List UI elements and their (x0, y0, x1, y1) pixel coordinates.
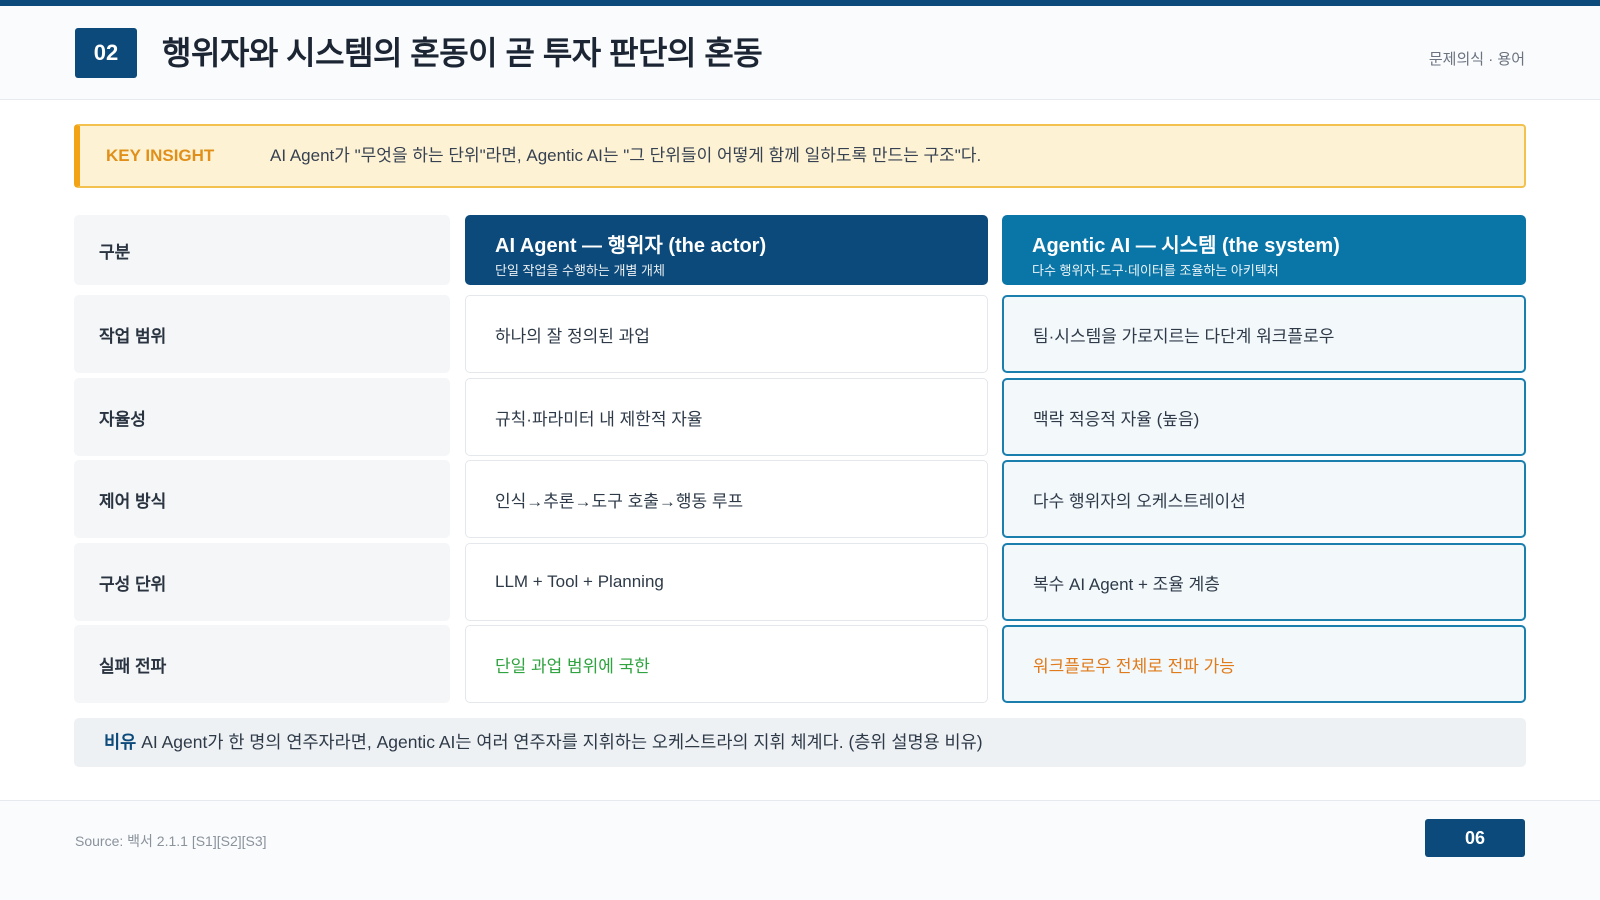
agentic-ai-value: 다수 행위자의 오케스트레이션 (1033, 491, 1246, 511)
ai-agent-cell: 규칙·파라미터 내 제한적 자율 (465, 378, 988, 456)
ai-agent-value: 규칙·파라미터 내 제한적 자율 (495, 409, 703, 429)
table-row-label-cell: 구성 단위 (74, 543, 450, 621)
analogy-label: 비유 (104, 732, 137, 752)
agentic-ai-cell: 맥락 적응적 자율 (높음) (1002, 378, 1526, 456)
agentic-ai-cell: 팀·시스템을 가로지르는 다단계 워크플로우 (1002, 295, 1526, 373)
agentic-ai-value: 복수 AI Agent + 조율 계층 (1033, 574, 1220, 594)
row-label: 구성 단위 (99, 574, 167, 594)
row-label: 작업 범위 (99, 326, 167, 346)
key-insight-box: KEY INSIGHT AI Agent가 "무엇을 하는 단위"라면, Age… (74, 124, 1526, 188)
ai-agent-cell: 하나의 잘 정의된 과업 (465, 295, 988, 373)
table-corner-cell: 구분 (74, 215, 450, 285)
page-number-badge: 06 (1425, 819, 1525, 857)
agentic-ai-cell: 다수 행위자의 오케스트레이션 (1002, 460, 1526, 538)
row-label: 제어 방식 (99, 491, 167, 511)
key-insight-label: KEY INSIGHT (106, 146, 215, 165)
column-header-subtitle: 단일 작업을 수행하는 개별 개체 (495, 263, 665, 278)
column-header-agentic-ai: Agentic AI — 시스템 (the system) 다수 행위자·도구·… (1002, 215, 1526, 285)
table-row-label-cell: 실패 전파 (74, 625, 450, 703)
section-number-badge: 02 (75, 28, 137, 78)
ai-agent-value: 하나의 잘 정의된 과업 (495, 326, 650, 346)
agentic-ai-value: 워크플로우 전체로 전파 가능 (1033, 656, 1235, 676)
analogy-box: 비유 AI Agent가 한 명의 연주자라면, Agentic AI는 여러 연… (74, 718, 1526, 767)
ai-agent-cell: 인식→추론→도구 호출→행동 루프 (465, 460, 988, 538)
row-label: 실패 전파 (99, 656, 167, 676)
table-row-label-cell: 제어 방식 (74, 460, 450, 538)
ai-agent-value: 인식→추론→도구 호출→행동 루프 (495, 491, 744, 511)
ai-agent-value: 단일 과업 범위에 국한 (495, 656, 650, 676)
page-title: 행위자와 시스템의 혼동이 곧 투자 판단의 혼동 (162, 35, 763, 71)
table-row-label-cell: 자율성 (74, 378, 450, 456)
table-row-label-cell: 작업 범위 (74, 295, 450, 373)
analogy-text: AI Agent가 한 명의 연주자라면, Agentic AI는 여러 연주자… (141, 732, 983, 752)
source-citation: Source: 백서 2.1.1 [S1][S2][S3] (75, 833, 267, 849)
table-corner-label: 구분 (99, 242, 131, 262)
ai-agent-value: LLM + Tool + Planning (495, 572, 664, 591)
column-header-title: Agentic AI — 시스템 (the system) (1032, 235, 1340, 257)
row-label: 자율성 (99, 409, 146, 429)
agentic-ai-value: 맥락 적응적 자율 (높음) (1033, 409, 1200, 429)
agentic-ai-cell: 워크플로우 전체로 전파 가능 (1002, 625, 1526, 703)
slide-footer: Source: 백서 2.1.1 [S1][S2][S3] 06 (0, 800, 1600, 900)
column-header-ai-agent: AI Agent — 행위자 (the actor) 단일 작업을 수행하는 개… (465, 215, 988, 285)
agentic-ai-value: 팀·시스템을 가로지르는 다단계 워크플로우 (1033, 326, 1335, 346)
ai-agent-cell: 단일 과업 범위에 국한 (465, 625, 988, 703)
section-tag: 문제의식 · 용어 (1428, 51, 1525, 68)
slide-header: 02 행위자와 시스템의 혼동이 곧 투자 판단의 혼동 문제의식 · 용어 (0, 6, 1600, 100)
ai-agent-cell: LLM + Tool + Planning (465, 543, 988, 621)
column-header-title: AI Agent — 행위자 (the actor) (495, 235, 767, 257)
agentic-ai-cell: 복수 AI Agent + 조율 계층 (1002, 543, 1526, 621)
key-insight-text: AI Agent가 "무엇을 하는 단위"라면, Agentic AI는 "그 … (270, 146, 982, 165)
column-header-subtitle: 다수 행위자·도구·데이터를 조율하는 아키텍처 (1032, 263, 1279, 278)
